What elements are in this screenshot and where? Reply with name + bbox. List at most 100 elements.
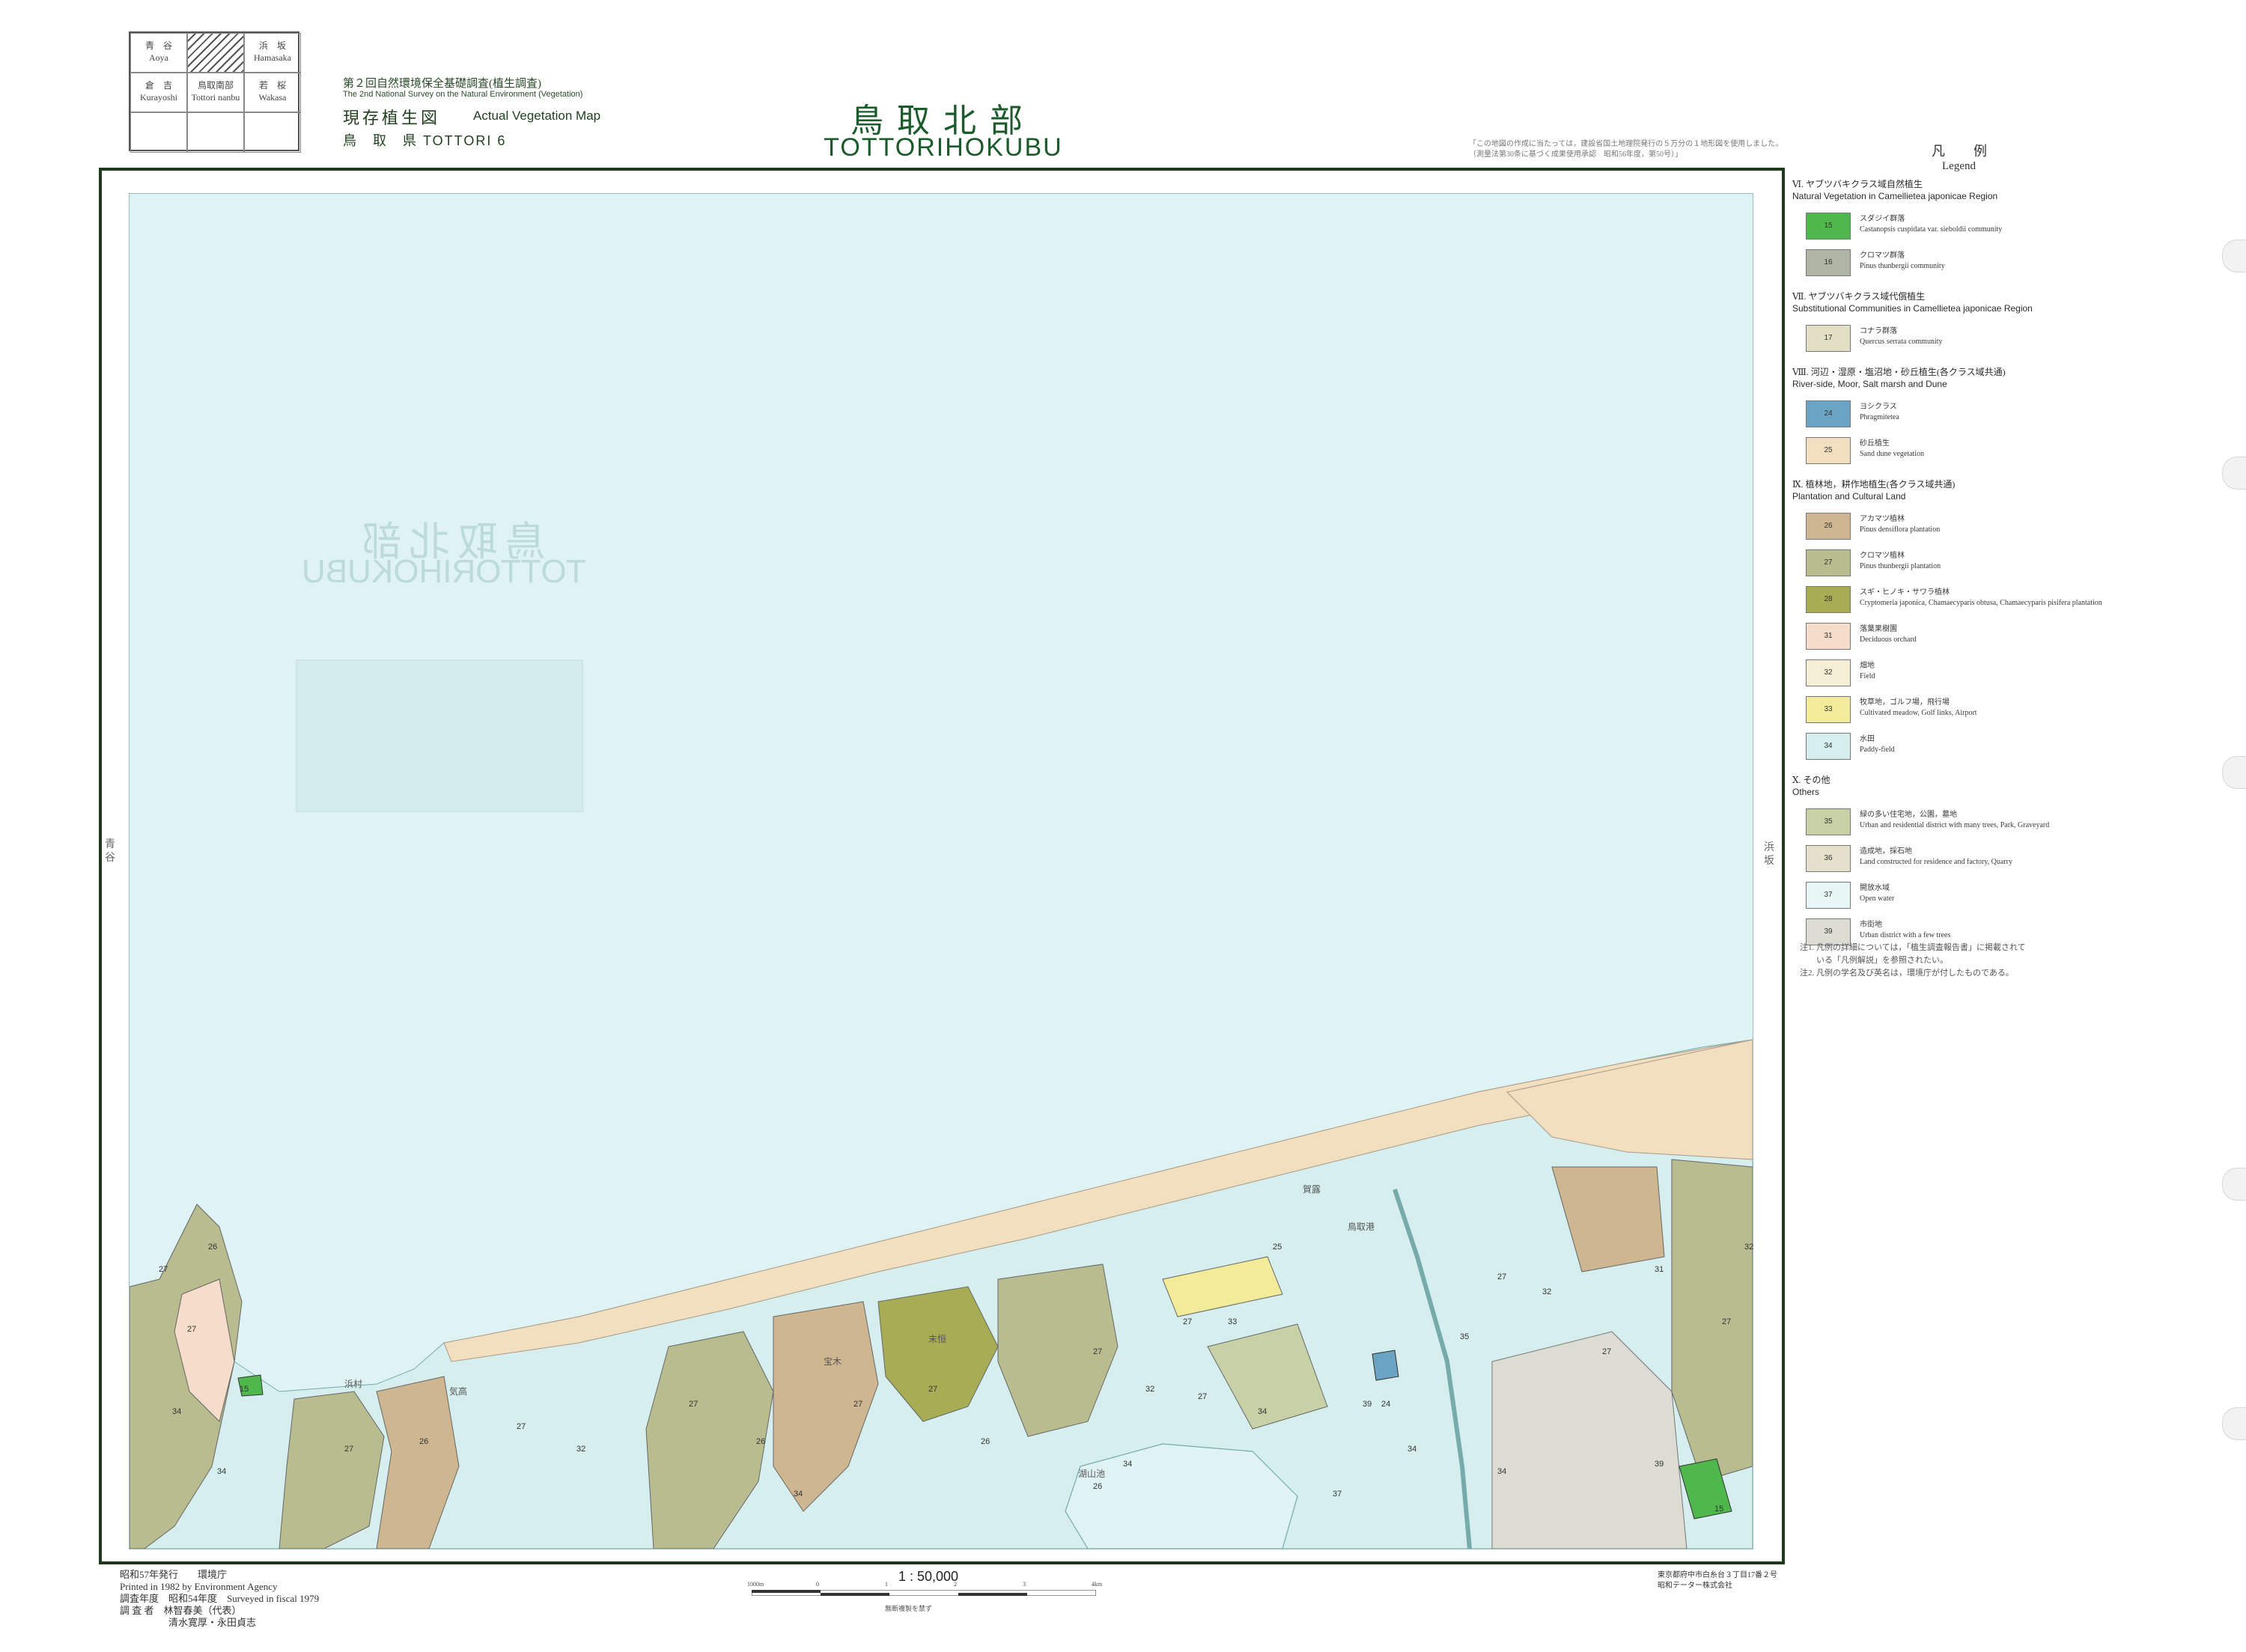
legend-label-en: Quercus serrata community (1860, 338, 1943, 346)
legend-label: 砂丘植生 Sand dune vegetation (1860, 439, 2246, 460)
map-type-jp: 現存植生図 (343, 109, 441, 127)
legend-label: スダジイ群落 Castanopsis cuspidata var. siebold… (1860, 214, 2246, 235)
map-polygon-label: 15 (240, 1385, 249, 1394)
printer-name: 昭和テーター株式会社 (1658, 1582, 1732, 1590)
map-place-name: 賀露 (1303, 1184, 1321, 1195)
legend-label: クロマツ植林 Pinus thunbergii plantation (1860, 551, 2246, 572)
legend-title-en: Legend (1942, 160, 1976, 172)
legend-label-en: Land constructed for residence and facto… (1860, 858, 2012, 866)
scale-tick-label: 1 (885, 1581, 888, 1588)
scale-tick-label: 1000m (747, 1581, 764, 1588)
legend-label-jp: スギ・ヒノキ・サワラ植林 (1860, 588, 1950, 597)
index-cell-aoya: 青 谷 Aoya (130, 33, 187, 73)
map-polygon-label: 34 (172, 1407, 182, 1416)
legend-label-jp: クロマツ植林 (1860, 552, 1905, 560)
surveyed: 調査年度 昭和54年度 Surveyed in fiscal 1979 (120, 1593, 320, 1604)
index-cell-hamasaka: 浜 坂 Hamasaka (244, 33, 301, 73)
map-polygon-label: 34 (1258, 1407, 1267, 1416)
map-polygon-label: 26 (419, 1437, 429, 1446)
map-polygon-label: 27 (1602, 1347, 1612, 1356)
legend-label-en: Pinus densiflora plantation (1860, 525, 1941, 534)
map-polygon-label: 34 (1407, 1445, 1417, 1454)
map-polygon-label: 34 (1123, 1460, 1133, 1469)
legend-swatch: 32 (1806, 659, 1851, 686)
legend-swatch: 35 (1806, 808, 1851, 835)
vegetation-map-svg (130, 1039, 1753, 1549)
legend-label: 畑地 Field (1860, 661, 2246, 682)
side-label-left: 青谷 (105, 839, 115, 864)
legend-swatch: 16 (1806, 249, 1851, 276)
legend-note: 注1. 凡例の詳細については，「植生調査報告書」に掲載されて (1800, 943, 2026, 952)
legend-label-jp: ヨシクラス (1860, 403, 1897, 411)
legend-section-title-en: Others (1792, 787, 1820, 797)
legend-label: 落葉果樹園 Deciduous orchard (1860, 624, 2246, 645)
legend-label: 開放水域 Open water (1860, 883, 2246, 904)
legend-swatch: 31 (1806, 623, 1851, 650)
legend-label-en: Phragmitetea (1860, 413, 1899, 421)
map-polygon-label: 35 (1460, 1332, 1470, 1341)
index-cell-kurayoshi: 倉 吉 Kurayoshi (130, 73, 187, 112)
map-polygon-label: 27 (1198, 1392, 1208, 1401)
legend-swatch: 26 (1806, 513, 1851, 540)
legend-section-title: Ⅹ. その他 Others (1792, 774, 1830, 798)
legend-label-jp: 市街地 (1860, 921, 1882, 929)
legend-label-en: Sand dune vegetation (1860, 450, 1925, 458)
legend-label-en: Field (1860, 672, 1875, 680)
land-phragmites (1372, 1350, 1399, 1381)
map-polygon-label: 33 (1228, 1317, 1238, 1326)
legend-section-title: Ⅶ. ヤブツバキクラス域代償植生 Substitutional Communiti… (1792, 290, 2033, 314)
map-polygon-label: 27 (187, 1325, 197, 1334)
index-cell-empty (187, 112, 244, 153)
map-polygon-label: 26 (1093, 1482, 1103, 1491)
survey-title-jp: 第２回自然環境保全基礎調査(植生調査) (343, 78, 541, 90)
legend-section-title-en: River-side, Moor, Salt marsh and Dune (1792, 379, 1947, 389)
legend-label-jp: コナラ群落 (1860, 327, 1897, 335)
index-cell-wakasa: 若 桜 Wakasa (244, 73, 301, 112)
legend-section-title-jp: Ⅶ. ヤブツバキクラス域代償植生 (1792, 291, 1926, 302)
scale-ratio: 1 : 50,000 (898, 1569, 959, 1584)
legend-swatch: 36 (1806, 845, 1851, 872)
sheet-title-en: TOTTORIHOKUBU (824, 133, 1063, 162)
legend-label-jp: 落葉果樹園 (1860, 625, 1897, 633)
scale-bar (752, 1590, 1096, 1596)
map-polygon-label: 27 (689, 1400, 699, 1409)
map-polygon-label: 31 (1655, 1265, 1664, 1274)
legend-section-title-en: Natural Vegetation in Camellietea japoni… (1792, 191, 1998, 201)
legend-swatch: 27 (1806, 549, 1851, 576)
printer-info: 東京都府中市白糸台３丁目17番２号 昭和テーター株式会社 (1658, 1570, 1777, 1591)
map-area[interactable]: 鳥取北部 TOTTORIHOKUBU (129, 193, 1753, 1549)
legend-note: 注2. 凡例の学名及び英名は，環境庁が付したものである。 (1800, 969, 2014, 978)
map-polygon-label: 27 (1722, 1317, 1732, 1326)
legend-label-en: Castanopsis cuspidata var. sieboldii com… (1860, 225, 2003, 234)
surveyors: 清水寛厚・永田貞志 (120, 1617, 257, 1628)
legend-section-title-jp: Ⅷ. 河辺・湿原・塩沼地・砂丘植生(各クラス域共通) (1792, 367, 2006, 377)
legend-label-en: Open water (1860, 894, 1895, 903)
scale-tick-label: 0 (816, 1581, 819, 1588)
legend-label-jp: 水田 (1860, 735, 1875, 743)
map-polygon-label: 15 (1714, 1505, 1724, 1514)
map-polygon-label: 27 (853, 1400, 863, 1409)
legend-label: 造成地，採石地 Land constructed for residence an… (1860, 847, 2246, 868)
legend-label-jp: スダジイ群落 (1860, 215, 1905, 223)
binder-hole (2222, 240, 2246, 272)
legend-section-title: Ⅸ. 植林地，耕作地植生(各クラス域共通) Plantation and Cult… (1792, 478, 1955, 502)
map-polygon-label: 25 (1273, 1243, 1282, 1252)
legend-label-en: Cryptomeria japonica, Chamaecyparis obtu… (1860, 599, 2102, 607)
legend-swatch: 24 (1806, 400, 1851, 427)
legend-label: ヨシクラス Phragmitetea (1860, 402, 2246, 423)
prefecture-label: 鳥 取 県 TOTTORI 6 (343, 133, 507, 148)
legend-label: スギ・ヒノキ・サワラ植林 Cryptomeria japonica, Chamae… (1860, 588, 2246, 609)
map-polygon-label: 26 (981, 1437, 990, 1446)
survey-title-en: The 2nd National Survey on the Natural E… (343, 90, 583, 99)
legend-swatch: 33 (1806, 696, 1851, 723)
map-polygon-label: 39 (1655, 1460, 1664, 1469)
legend-label-en: Pinus thunbergii community (1860, 262, 1945, 270)
legend-label: 緑の多い住宅地，公園，墓地 Urban and residential distr… (1860, 810, 2246, 831)
legend-swatch: 37 (1806, 882, 1851, 909)
publication-info: 昭和57年発行 環境庁 Printed in 1982 by Environme… (120, 1569, 319, 1629)
legend-label: クロマツ群落 Pinus thunbergii community (1860, 251, 2246, 272)
published-jp: 昭和57年発行 環境庁 (120, 1569, 228, 1580)
map-polygon-label: 27 (1183, 1317, 1193, 1326)
map-polygon-label: 27 (1093, 1347, 1103, 1356)
map-polygon-label: 27 (928, 1385, 938, 1394)
